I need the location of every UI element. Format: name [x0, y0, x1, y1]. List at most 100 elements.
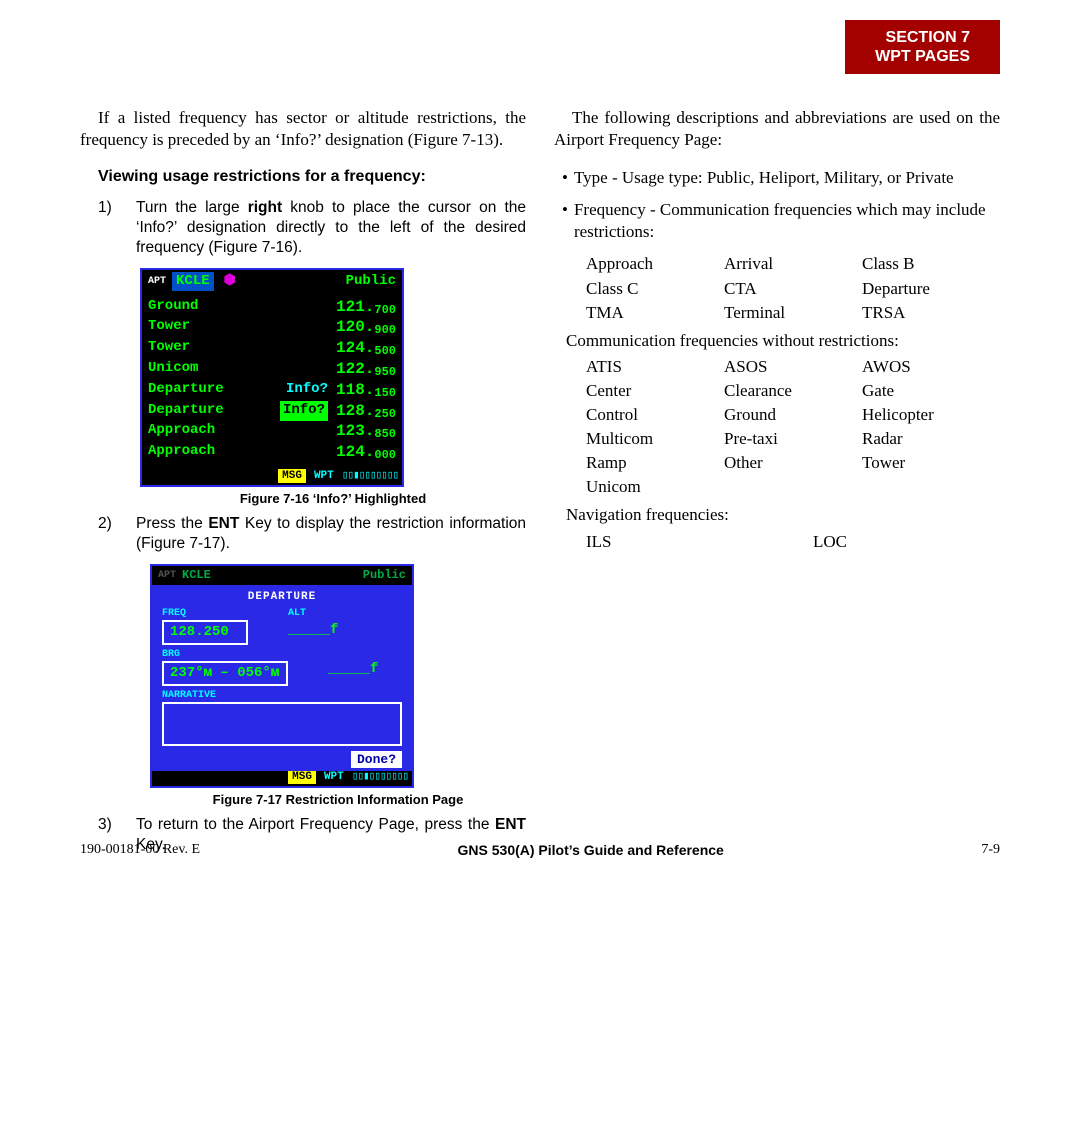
frequency-row: Unicom122.950: [148, 359, 396, 380]
nav-freq-grid: ILS LOC: [586, 531, 1000, 553]
page-footer: 190-00181-00 Rev. E GNS 530(A) Pilot’s G…: [80, 842, 1000, 858]
freq-value: 123.850: [336, 421, 396, 442]
section-number: SECTION 7: [875, 28, 970, 47]
apt-label-dim: APT: [158, 570, 176, 582]
grid-cell: Departure: [862, 278, 1000, 300]
freq-value: 121.700: [336, 297, 396, 318]
grid-cell: ILS: [586, 531, 773, 553]
gps-screen-frequency-list: APT KCLE ⬢ Public Ground121.700Tower120.…: [140, 268, 404, 487]
page-group-indicator-icon: ▯▯▮▯▯▯▯▯▯▯: [352, 771, 408, 784]
grid-cell: Unicom: [586, 476, 724, 498]
page-number: 7-9: [981, 842, 1000, 858]
freq-type: Approach: [148, 421, 336, 442]
sub-no-restrictions: Communication frequencies without restri…: [566, 330, 1000, 352]
freq-value: 124.500: [336, 338, 396, 359]
freq-without-restrictions-grid: ATISASOSAWOS CenterClearanceGate ControlGr…: [586, 356, 1000, 499]
msg-indicator: MSG: [288, 771, 316, 784]
freq-with-restrictions-grid: ApproachArrivalClass BClass CCTADepartur…: [586, 253, 1000, 323]
step-number: 1): [98, 198, 118, 258]
grid-cell: Control: [586, 404, 724, 426]
grid-cell: LOC: [813, 531, 1000, 553]
freq-value: 128.250: [336, 401, 396, 422]
info-designation: Info?: [286, 380, 328, 401]
grid-cell: [724, 476, 862, 498]
apt-label: APT: [148, 275, 166, 288]
apt-code: KCLE: [172, 272, 214, 290]
step-text: Turn the large right knob to place the c…: [136, 198, 526, 258]
step-text: Press the ENT Key to display the restric…: [136, 514, 526, 554]
waypoint-symbol-icon: ⬢: [224, 272, 236, 290]
intro-paragraph: If a listed frequency has sector or alti…: [80, 107, 526, 151]
grid-cell: Helicopter: [862, 404, 1000, 426]
grid-cell: Pre-taxi: [724, 428, 862, 450]
grid-cell: ATIS: [586, 356, 724, 378]
frequency-row: Ground121.700: [148, 297, 396, 318]
apt-code-dim: KCLE: [182, 568, 211, 582]
freq-value: 118.150: [336, 380, 396, 401]
brg-label: BRG: [162, 649, 288, 661]
page-group-indicator-icon: ▯▯▮▯▯▯▯▯▯▯: [342, 469, 398, 483]
frequency-row: DepartureInfo? 118.150: [148, 380, 396, 401]
figure-7-17: APT KCLE Public DEPARTURE FREQ 128.250: [150, 564, 526, 809]
figure-7-16: APT KCLE ⬢ Public Ground121.700Tower120.…: [140, 268, 526, 508]
bullet-type: Type - Usage type: Public, Heliport, Mil…: [554, 167, 1000, 189]
grid-cell: Tower: [862, 452, 1000, 474]
grid-cell: Class B: [862, 253, 1000, 275]
narrative-label: NARRATIVE: [162, 690, 402, 702]
freq-value: 124.000: [336, 442, 396, 463]
step-1: 1) Turn the large right knob to place th…: [98, 198, 526, 258]
grid-cell: Terminal: [724, 302, 862, 324]
freq-type: Approach: [148, 442, 336, 463]
freq-type: Tower: [148, 317, 336, 338]
wpt-indicator: WPT: [324, 771, 344, 784]
grid-cell: Arrival: [724, 253, 862, 275]
wpt-indicator: WPT: [314, 469, 334, 483]
msg-indicator: MSG: [278, 469, 306, 483]
freq-value: 120.900: [336, 317, 396, 338]
freq-label: FREQ: [162, 608, 248, 620]
facility-type: Public: [346, 272, 396, 290]
freq-type: Tower: [148, 338, 336, 359]
done-button: Done?: [351, 751, 402, 768]
right-column: The following descriptions and abbreviat…: [554, 90, 1000, 866]
section-header: SECTION 7 WPT PAGES: [845, 20, 1000, 74]
grid-cell: TRSA: [862, 302, 1000, 324]
grid-cell: Clearance: [724, 380, 862, 402]
grid-cell: AWOS: [862, 356, 1000, 378]
grid-cell: TMA: [586, 302, 724, 324]
grid-cell: ASOS: [724, 356, 862, 378]
freq-type: Ground: [148, 297, 336, 318]
freq-type: Unicom: [148, 359, 336, 380]
grid-cell: Center: [586, 380, 724, 402]
subheading: Viewing usage restrictions for a frequen…: [80, 167, 526, 188]
alt-value-1: _____f: [288, 620, 338, 639]
figure-caption: Figure 7-16 ‘Info?’ Highlighted: [140, 491, 526, 508]
freq-type: Departure: [148, 401, 280, 422]
grid-cell: Multicom: [586, 428, 724, 450]
step-2: 2) Press the ENT Key to display the rest…: [98, 514, 526, 554]
grid-cell: Ground: [724, 404, 862, 426]
figure-caption: Figure 7-17 Restriction Information Page: [150, 792, 526, 809]
doc-revision: 190-00181-00 Rev. E: [80, 842, 200, 858]
alt-label: ALT: [288, 608, 338, 620]
sub-nav-freq: Navigation frequencies:: [566, 504, 1000, 526]
frequency-row: Tower120.900: [148, 317, 396, 338]
grid-cell: Gate: [862, 380, 1000, 402]
freq-type: Departure: [148, 380, 286, 401]
grid-cell: Other: [724, 452, 862, 474]
freq-value: 122.950: [336, 359, 396, 380]
doc-title: GNS 530(A) Pilot’s Guide and Reference: [458, 842, 724, 858]
narrative-box: [162, 702, 402, 746]
grid-cell: [862, 476, 1000, 498]
gps-screen-restriction-info: APT KCLE Public DEPARTURE FREQ 128.250: [150, 564, 414, 788]
info-designation: Info?: [280, 401, 328, 422]
freq-value: 128.250: [162, 620, 248, 645]
grid-cell: Class C: [586, 278, 724, 300]
step-number: 2): [98, 514, 118, 554]
frequency-row: Approach124.000: [148, 442, 396, 463]
departure-title: DEPARTURE: [162, 591, 402, 604]
grid-cell: Approach: [586, 253, 724, 275]
frequency-row: Tower124.500: [148, 338, 396, 359]
brg-value: 237°ᴍ – 056°ᴍ: [162, 661, 288, 686]
facility-dim: Public: [363, 568, 406, 582]
